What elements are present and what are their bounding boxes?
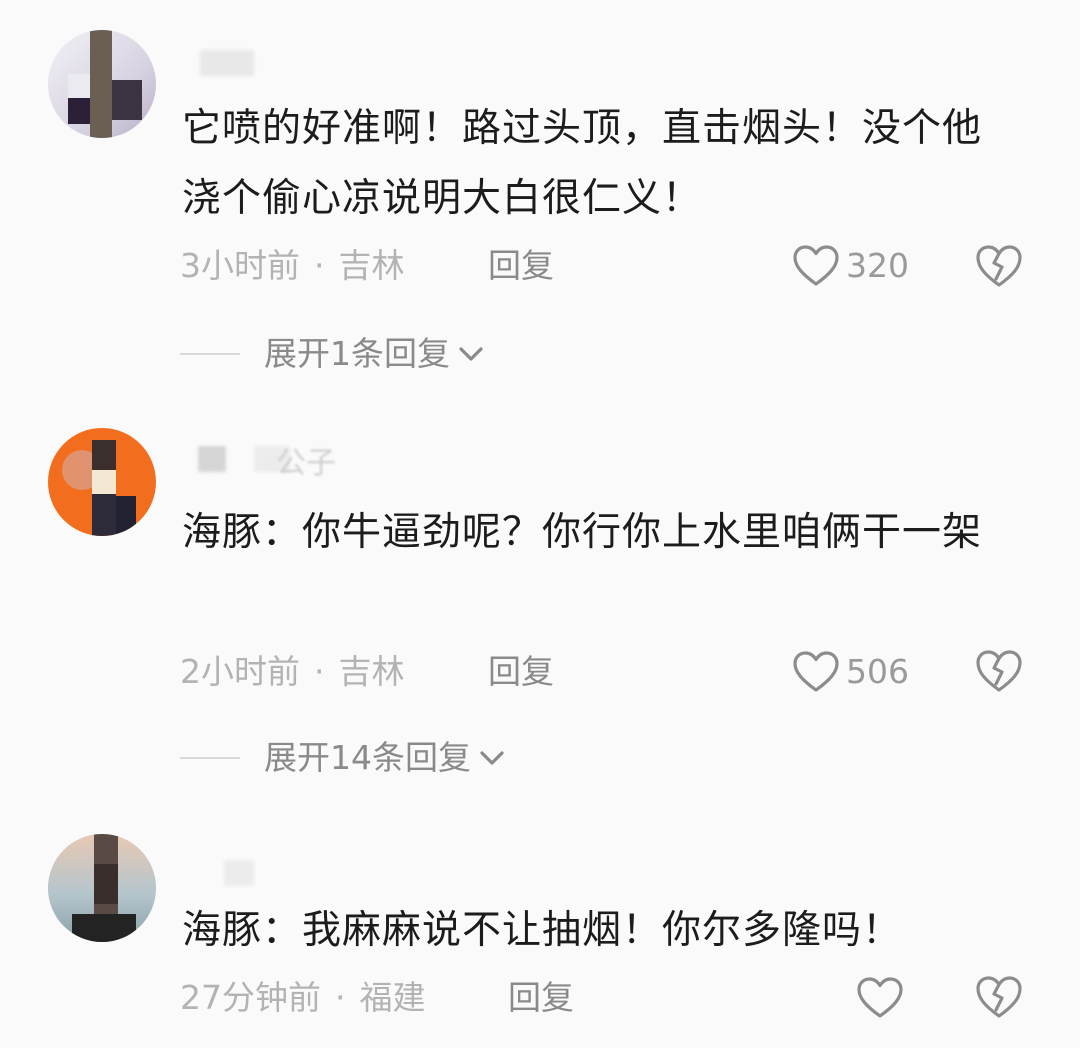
dislike-button[interactable] [974,974,1024,1020]
avatar[interactable] [48,428,156,536]
meta-separator: · [314,246,325,285]
dislike-button[interactable] [974,243,1024,289]
like-button[interactable]: 506 [792,646,909,698]
username-redacted [224,860,254,886]
comment-text: 海豚：你牛逼劲呢？你行你上水里咱俩干一架 [182,510,983,555]
avatar-mosaic [72,914,136,942]
comment-meta: 27分钟前 · 福建 [180,978,426,1018]
meta-separator: · [335,978,346,1017]
like-button[interactable] [856,972,904,1024]
chevron-down-icon [480,751,504,765]
avatar[interactable] [48,30,156,138]
like-count: 320 [846,246,909,285]
chevron-down-icon [459,347,483,361]
comment-location: 福建 [359,978,426,1017]
meta-separator: · [314,652,325,691]
username-redacted [200,50,254,76]
reply-button[interactable]: 回复 [488,246,554,286]
comment-text: 海豚：我麻麻说不让抽烟！你尔多隆吗！ [182,908,903,953]
heart-outline-icon [857,977,903,1018]
heart-outline-icon [793,245,839,286]
avatar-mosaic [92,470,116,494]
broken-heart-icon [976,245,1022,287]
expand-divider [180,757,240,759]
broken-heart-icon [976,976,1022,1018]
like-count: 506 [846,652,909,691]
avatar-mosaic [90,30,112,138]
username[interactable]: 公子 [184,446,364,481]
avatar-mosaic [68,98,90,124]
dislike-button[interactable] [974,648,1024,694]
comment-time: 3小时前 [180,246,300,285]
username-redacted [198,446,226,472]
comment-meta: 2小时前 · 吉林 [180,652,405,692]
heart-outline-icon [793,651,839,692]
username[interactable] [184,860,264,888]
avatar-mosaic [112,80,142,120]
username[interactable] [184,50,264,78]
like-button[interactable]: 320 [792,240,909,292]
avatar-mosaic [92,440,116,470]
comment-text: 它喷的好准啊！路过头顶，直击烟头！没个他浇个偷心凉说明大白很仁义！ [182,106,983,221]
comment-location: 吉林 [338,246,405,285]
comment-location: 吉林 [338,652,405,691]
expand-divider [180,353,240,355]
reply-button[interactable]: 回复 [488,652,554,692]
avatar-mosaic [92,494,116,536]
avatar-mosaic [116,496,136,536]
avatar-mosaic [68,74,90,98]
avatar-mosaic [94,864,118,904]
comment-meta: 3小时前 · 吉林 [180,246,405,286]
comment-time: 27分钟前 [180,978,321,1017]
avatar[interactable] [48,834,156,942]
reply-button[interactable]: 回复 [508,978,574,1018]
comment-time: 2小时前 [180,652,300,691]
username-fragment: 公子 [276,446,336,481]
broken-heart-icon [976,650,1022,692]
expand-replies-label: 展开1条回复 [264,334,450,373]
expand-replies-button[interactable]: 展开1条回复 [180,334,484,374]
expand-replies-label: 展开14条回复 [264,738,471,777]
expand-replies-button[interactable]: 展开14条回复 [180,738,505,778]
